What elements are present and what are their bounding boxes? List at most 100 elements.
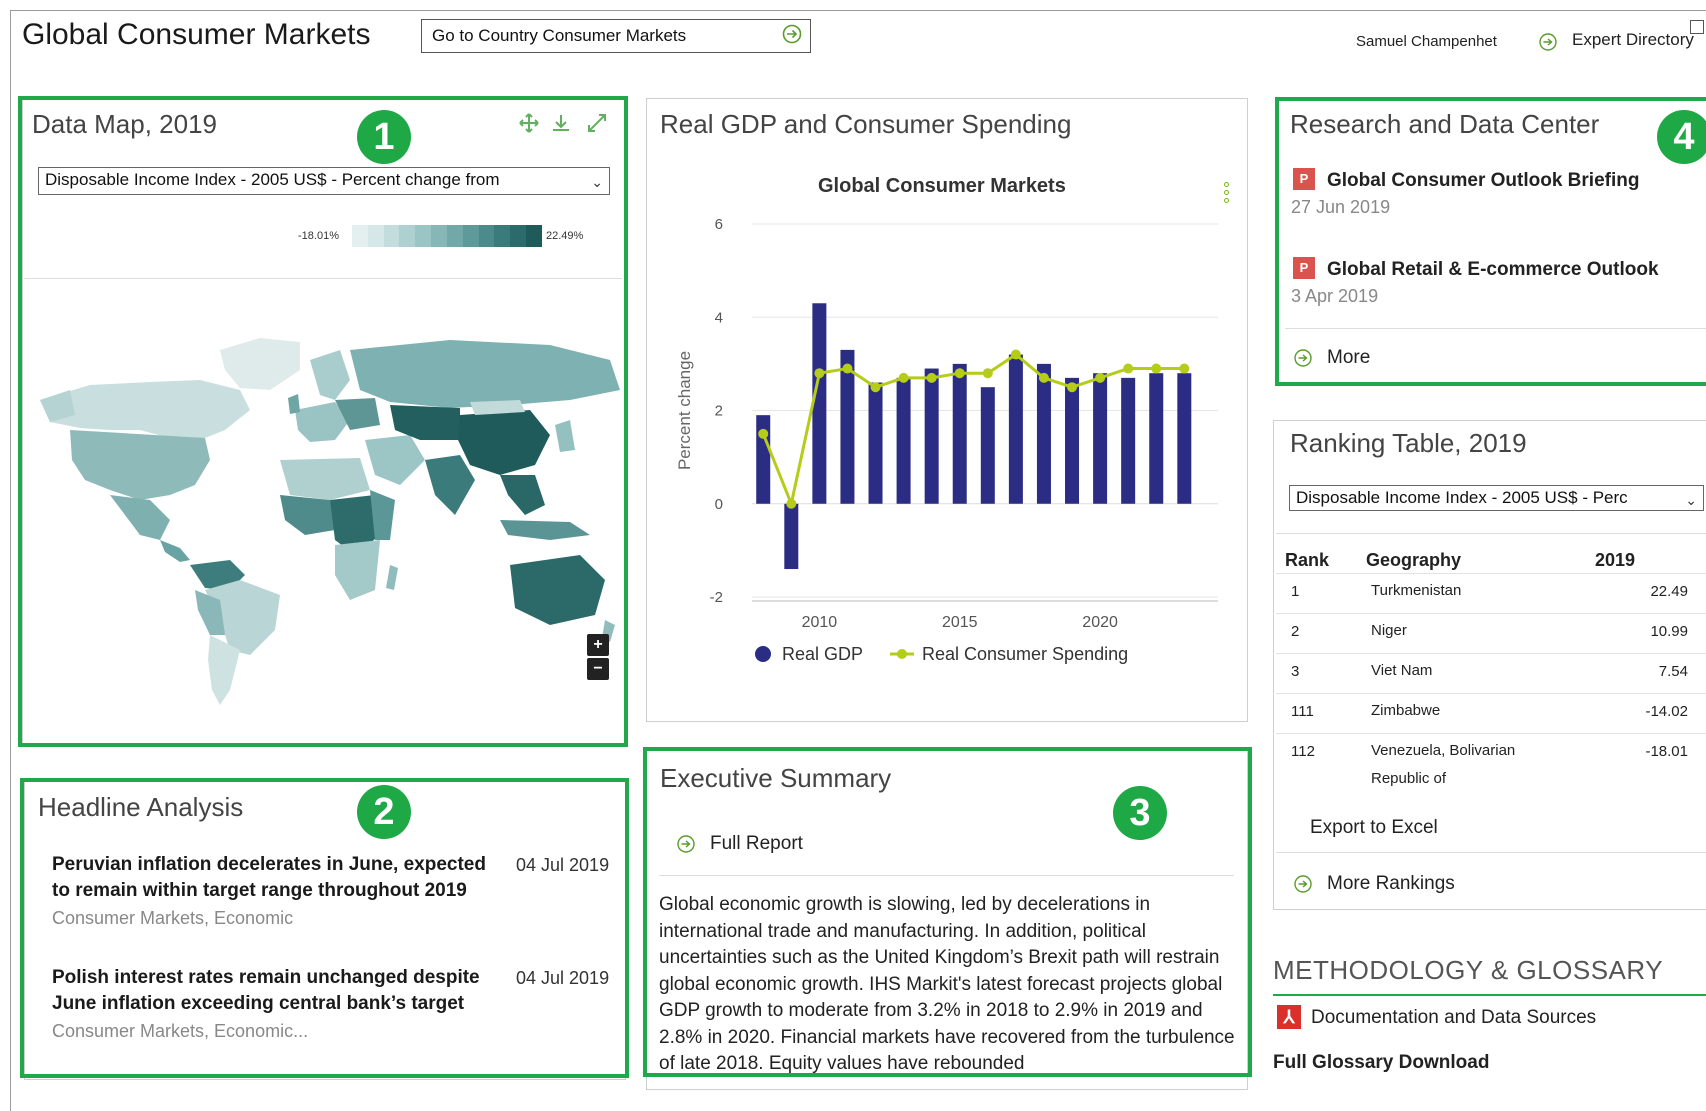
headline-item-date: 04 Jul 2019: [516, 968, 610, 988]
gdp-bar[interactable]: [1036, 363, 1051, 504]
geography-cell[interactable]: Venezuela, Bolivarian Republic of: [1371, 737, 1551, 793]
gdp-bar[interactable]: [1121, 377, 1136, 504]
research-item-title[interactable]: Global Retail & E-commerce Outlook: [1327, 259, 1659, 281]
consumer-spending-point[interactable]: [1151, 363, 1162, 374]
gdp-bar[interactable]: [1008, 354, 1023, 504]
exec-summary-title: Executive Summary: [660, 763, 892, 793]
documentation-link[interactable]: Documentation and Data Sources: [1311, 1007, 1596, 1029]
world-map[interactable]: [30, 290, 624, 710]
headline-item-tags: Consumer Markets, Economic...: [52, 1021, 309, 1041]
value-cell: 22.49: [1650, 583, 1688, 600]
gdp-bar[interactable]: [1093, 373, 1108, 504]
expert-directory-label: Expert Directory: [1572, 30, 1694, 49]
badge-3: 3: [1113, 786, 1167, 840]
data-map-indicator-select[interactable]: Disposable Income Index - 2005 US$ - Per…: [38, 167, 610, 195]
gdp-bar[interactable]: [980, 387, 995, 504]
gdp-bar[interactable]: [868, 382, 883, 504]
consumer-spending-point[interactable]: [982, 368, 993, 379]
legend-marker-spending: [897, 649, 907, 659]
value-cell: -14.02: [1645, 703, 1688, 720]
research-item-title[interactable]: Global Consumer Outlook Briefing: [1327, 170, 1639, 192]
y-tick-label: -2: [710, 589, 723, 606]
gdp-bar[interactable]: [1065, 377, 1080, 504]
gdp-bar[interactable]: [1177, 373, 1192, 504]
col-header-geography[interactable]: Geography: [1366, 550, 1461, 571]
gdp-bar[interactable]: [952, 363, 967, 504]
presentation-icon: P: [1293, 168, 1315, 190]
region-japan-korea: [555, 420, 575, 452]
zoom-out-button[interactable]: −: [587, 658, 609, 680]
table-row-divider: [1276, 693, 1706, 694]
gdp-bar[interactable]: [784, 503, 799, 570]
region-north-africa: [280, 458, 370, 500]
consumer-spending-point[interactable]: [1179, 363, 1190, 374]
col-header-year[interactable]: 2019: [1595, 550, 1635, 571]
legend-swatch: [510, 225, 527, 247]
ranking-divider-bottom: [1276, 852, 1706, 853]
consumer-spending-point[interactable]: [1123, 363, 1134, 374]
consumer-spending-point[interactable]: [842, 363, 853, 374]
table-row-divider: [1276, 653, 1706, 654]
expert-directory-link[interactable]: Expert Directory: [1538, 30, 1694, 51]
research-item-date: 3 Apr 2019: [1291, 286, 1379, 306]
ranking-select-value: Disposable Income Index - 2005 US$ - Per…: [1296, 488, 1628, 507]
gdp-bar[interactable]: [1149, 373, 1164, 504]
consumer-spending-point[interactable]: [758, 428, 769, 439]
consumer-spending-point[interactable]: [870, 382, 881, 393]
rank-cell: 112: [1291, 743, 1315, 760]
consumer-spending-point[interactable]: [786, 498, 797, 509]
research-more-link[interactable]: More: [1293, 347, 1370, 369]
consumer-spending-point[interactable]: [1067, 382, 1078, 393]
x-tick-label: 2010: [802, 614, 838, 631]
chevron-down-icon: ⌄: [1685, 492, 1697, 508]
download-icon[interactable]: [550, 112, 572, 134]
legend-swatch: [446, 225, 463, 247]
map-divider: [24, 278, 622, 279]
legend-swatch: [431, 225, 447, 247]
region-southeast-asia: [500, 475, 545, 515]
geography-cell[interactable]: Turkmenistan: [1371, 577, 1551, 605]
more-rankings-link[interactable]: More Rankings: [1293, 873, 1455, 895]
more-rankings-label: More Rankings: [1327, 873, 1455, 894]
legend-min: -18.01%: [298, 230, 339, 242]
zoom-in-button[interactable]: +: [587, 634, 609, 656]
rank-cell: 3: [1291, 663, 1300, 680]
arrow-circle-icon: [1294, 349, 1312, 367]
pdf-icon: ⅄: [1277, 1005, 1301, 1029]
region-uk: [288, 394, 300, 414]
headline-item-title[interactable]: Peruvian inflation decelerates in June, …: [52, 852, 492, 904]
consumer-spending-point[interactable]: [1038, 372, 1049, 383]
expand-icon[interactable]: [586, 112, 608, 134]
value-cell: 7.54: [1658, 663, 1688, 680]
gdp-bar[interactable]: [924, 368, 939, 504]
ranking-indicator-select[interactable]: Disposable Income Index - 2005 US$ - Per…: [1289, 485, 1704, 511]
legend-swatch: [526, 225, 542, 247]
headline-item-title[interactable]: Polish interest rates remain unchanged d…: [52, 965, 492, 1017]
geography-cell[interactable]: Viet Nam: [1371, 657, 1551, 685]
gdp-bar[interactable]: [756, 415, 771, 504]
consumer-spending-point[interactable]: [954, 368, 965, 379]
gdp-bar[interactable]: [896, 377, 911, 504]
user-name[interactable]: Samuel Champenhet: [1356, 33, 1497, 50]
full-report-link[interactable]: Full Report: [676, 833, 803, 855]
legend-label-spending[interactable]: Real Consumer Spending: [922, 644, 1128, 664]
consumer-spending-point[interactable]: [1095, 372, 1106, 383]
move-icon[interactable]: [518, 112, 540, 134]
region-southern-africa: [335, 540, 380, 600]
glossary-download-link[interactable]: Full Glossary Download: [1273, 1052, 1489, 1074]
consumer-spending-point[interactable]: [926, 372, 937, 383]
geography-cell[interactable]: Niger: [1371, 617, 1551, 645]
col-header-rank[interactable]: Rank: [1285, 550, 1329, 571]
consumer-spending-point[interactable]: [1010, 349, 1021, 360]
goto-country-button[interactable]: Go to Country Consumer Markets: [421, 19, 811, 53]
export-icon[interactable]: [1690, 20, 1704, 34]
consumer-spending-point[interactable]: [898, 372, 909, 383]
consumer-spending-point[interactable]: [814, 368, 825, 379]
consumer-spending-line: [761, 352, 1185, 509]
legend-label-gdp[interactable]: Real GDP: [782, 644, 863, 664]
gdp-bar[interactable]: [812, 303, 827, 504]
export-excel-link[interactable]: Export to Excel: [1310, 817, 1438, 839]
geography-cell[interactable]: Zimbabwe: [1371, 697, 1551, 725]
rank-cell: 2: [1291, 623, 1300, 640]
y-tick-label: 4: [715, 309, 723, 326]
